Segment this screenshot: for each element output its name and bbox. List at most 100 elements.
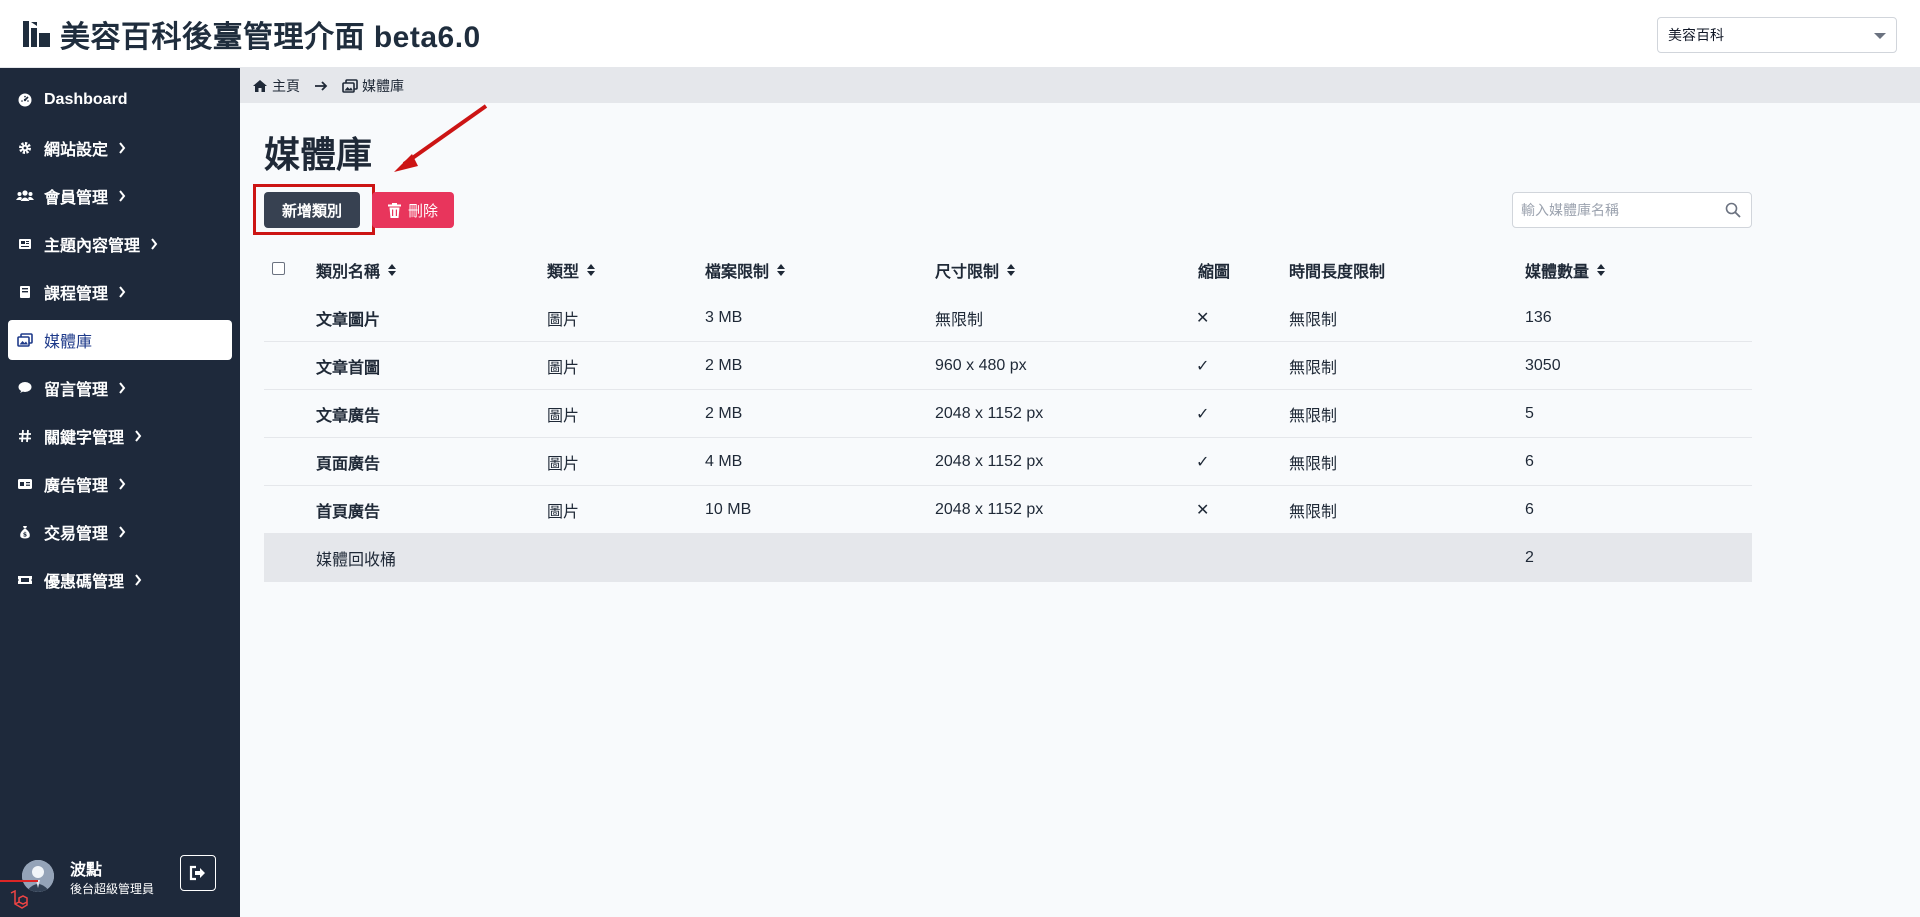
- sidebar-item-courses[interactable]: 課程管理: [8, 272, 232, 312]
- sidebar-item-label: Dashboard: [44, 91, 128, 108]
- cell-duration-limit: 無限制: [1289, 360, 1338, 377]
- cell-count: 6: [1525, 501, 1534, 518]
- gear-icon: [16, 139, 34, 157]
- logout-icon: [189, 865, 205, 881]
- sidebar-item-ads[interactable]: 廣告管理: [8, 464, 232, 504]
- cell-count: 136: [1525, 309, 1552, 326]
- cell-file-limit: 2 MB: [705, 357, 743, 374]
- ticket-icon: [16, 571, 34, 589]
- site-selector-value: 美容百科: [1668, 27, 1724, 43]
- images-icon: [16, 331, 34, 349]
- sidebar-item-members[interactable]: 會員管理: [8, 176, 232, 216]
- delete-button[interactable]: 刪除: [372, 192, 454, 228]
- column-header-label: 類別名稱: [316, 264, 381, 281]
- sidebar-item-label: 優惠碼管理: [44, 574, 125, 591]
- column-header-file-limit[interactable]: 檔案限制: [705, 246, 786, 294]
- breadcrumb-label: 主頁: [272, 77, 300, 94]
- sort-icon[interactable]: [387, 263, 397, 277]
- breadcrumb-home[interactable]: 主頁: [252, 76, 300, 96]
- cell-name[interactable]: 首頁廣告: [316, 486, 380, 534]
- sidebar-item-site-settings[interactable]: 網站設定: [8, 128, 232, 168]
- sort-icon[interactable]: [1596, 263, 1606, 277]
- cell-duration-limit: 無限制: [1289, 504, 1338, 521]
- arrow-right-icon: [314, 80, 328, 92]
- column-header-thumbnail: 縮圖: [1198, 264, 1231, 281]
- cell-name[interactable]: 文章廣告: [316, 390, 380, 438]
- cross-icon: ✕: [1196, 310, 1210, 327]
- sidebar: Dashboard 網站設定 會員管理 主題內容管理 課程管理 媒體庫 留言管理…: [0, 68, 240, 917]
- sidebar-item-dashboard[interactable]: Dashboard: [8, 80, 232, 120]
- sidebar-item-label: 留言管理: [44, 382, 109, 399]
- sidebar-item-label: 廣告管理: [44, 478, 109, 495]
- cell-count: 3050: [1525, 357, 1561, 374]
- column-header-label: 媒體數量: [1525, 264, 1590, 281]
- cell-type: 圖片: [547, 408, 580, 425]
- chevron-right-icon: [118, 190, 126, 202]
- column-header-duration-limit: 時間長度限制: [1289, 264, 1386, 281]
- check-icon: ✓: [1196, 454, 1210, 471]
- user-role: 後台超級管理員: [70, 882, 155, 896]
- breadcrumb-media-library[interactable]: 媒體庫: [342, 76, 404, 96]
- cross-icon: ✕: [1196, 502, 1210, 519]
- column-header-type[interactable]: 類型: [547, 246, 596, 294]
- top-header: 美容百科後臺管理介面 beta6.0 美容百科: [0, 0, 1920, 68]
- ad-icon: [16, 475, 34, 493]
- breadcrumb: 主頁 媒體庫: [240, 68, 1920, 103]
- chevron-right-icon: [118, 382, 126, 394]
- dropdown-caret-icon: [1874, 33, 1886, 39]
- cell-size-limit: 2048 x 1152 px: [935, 501, 1044, 518]
- cell-file-limit: 3 MB: [705, 309, 743, 326]
- media-category-table: 類別名稱 類型 檔案限制 尺寸限制 縮圖 時間長度限制 媒體數量 文章圖片 圖片…: [264, 246, 1752, 582]
- cell-duration-limit: 無限制: [1289, 312, 1338, 329]
- users-icon: [16, 187, 34, 205]
- table-row[interactable]: 文章廣告 圖片 2 MB 2048 x 1152 px ✓ 無限制 5: [264, 390, 1752, 438]
- logout-button[interactable]: [180, 855, 216, 891]
- site-selector[interactable]: 美容百科: [1657, 17, 1897, 53]
- hashtag-icon: [16, 427, 34, 445]
- search-icon[interactable]: [1725, 202, 1741, 218]
- add-category-button[interactable]: 新增類別: [264, 192, 360, 228]
- sidebar-item-label: 媒體庫: [44, 334, 93, 351]
- check-icon: ✓: [1196, 358, 1210, 375]
- search-input[interactable]: [1513, 193, 1713, 227]
- table-row[interactable]: 文章首圖 圖片 2 MB 960 x 480 px ✓ 無限制 3050: [264, 342, 1752, 390]
- sidebar-item-transactions[interactable]: $ 交易管理: [8, 512, 232, 552]
- chevron-right-icon: [118, 286, 126, 298]
- select-all-checkbox[interactable]: [272, 262, 285, 275]
- cell-name[interactable]: 文章首圖: [316, 342, 380, 390]
- sidebar-item-comments[interactable]: 留言管理: [8, 368, 232, 408]
- chevron-right-icon: [118, 526, 126, 538]
- cell-size-limit: 無限制: [935, 312, 984, 329]
- sidebar-item-label: 課程管理: [44, 286, 109, 303]
- page-title: 媒體庫: [264, 134, 373, 175]
- sidebar-item-label: 會員管理: [44, 190, 109, 207]
- column-header-label: 尺寸限制: [935, 264, 1000, 281]
- column-header-name[interactable]: 類別名稱: [316, 246, 397, 294]
- cell-count: 2: [1525, 549, 1534, 566]
- chevron-right-icon: [118, 142, 126, 154]
- breadcrumb-label: 媒體庫: [362, 77, 404, 94]
- cell-name[interactable]: 文章圖片: [316, 294, 380, 342]
- column-header-count[interactable]: 媒體數量: [1525, 246, 1606, 294]
- sort-icon[interactable]: [1006, 263, 1016, 277]
- column-header-size-limit[interactable]: 尺寸限制: [935, 246, 1016, 294]
- sidebar-item-coupons[interactable]: 優惠碼管理: [8, 560, 232, 600]
- sidebar-item-topic-content[interactable]: 主題內容管理: [8, 224, 232, 264]
- comment-icon: [16, 379, 34, 397]
- sidebar-item-keywords[interactable]: 關鍵字管理: [8, 416, 232, 456]
- cell-name[interactable]: 媒體回收桶: [316, 534, 396, 582]
- dashboard-icon: [16, 91, 34, 109]
- sidebar-item-label: 關鍵字管理: [44, 430, 125, 447]
- table-row[interactable]: 文章圖片 圖片 3 MB 無限制 ✕ 無限制 136: [264, 294, 1752, 342]
- sort-icon[interactable]: [776, 263, 786, 277]
- table-row[interactable]: 首頁廣告 圖片 10 MB 2048 x 1152 px ✕ 無限制 6: [264, 486, 1752, 534]
- sidebar-item-media-library[interactable]: 媒體庫: [8, 320, 232, 360]
- debugbar-toggle[interactable]: [0, 880, 38, 917]
- sort-icon[interactable]: [586, 263, 596, 277]
- chevron-right-icon: [134, 574, 142, 586]
- user-name: 波點: [70, 862, 103, 879]
- table-row-trash[interactable]: 媒體回收桶 2: [264, 534, 1752, 582]
- sidebar-item-label: 主題內容管理: [44, 238, 141, 255]
- cell-name[interactable]: 頁面廣告: [316, 438, 380, 486]
- table-row[interactable]: 頁面廣告 圖片 4 MB 2048 x 1152 px ✓ 無限制 6: [264, 438, 1752, 486]
